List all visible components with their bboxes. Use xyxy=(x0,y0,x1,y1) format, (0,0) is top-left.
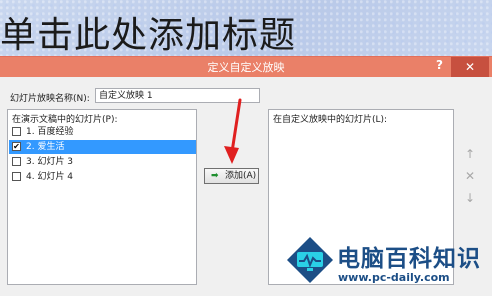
watermark-url: www.pc-daily.com xyxy=(338,271,450,284)
watermark-text: 电脑百科知识 xyxy=(337,246,481,272)
monitor-logo-icon xyxy=(287,237,333,283)
watermark-logo: 电脑百科知识 www.pc-daily.com xyxy=(285,235,492,295)
